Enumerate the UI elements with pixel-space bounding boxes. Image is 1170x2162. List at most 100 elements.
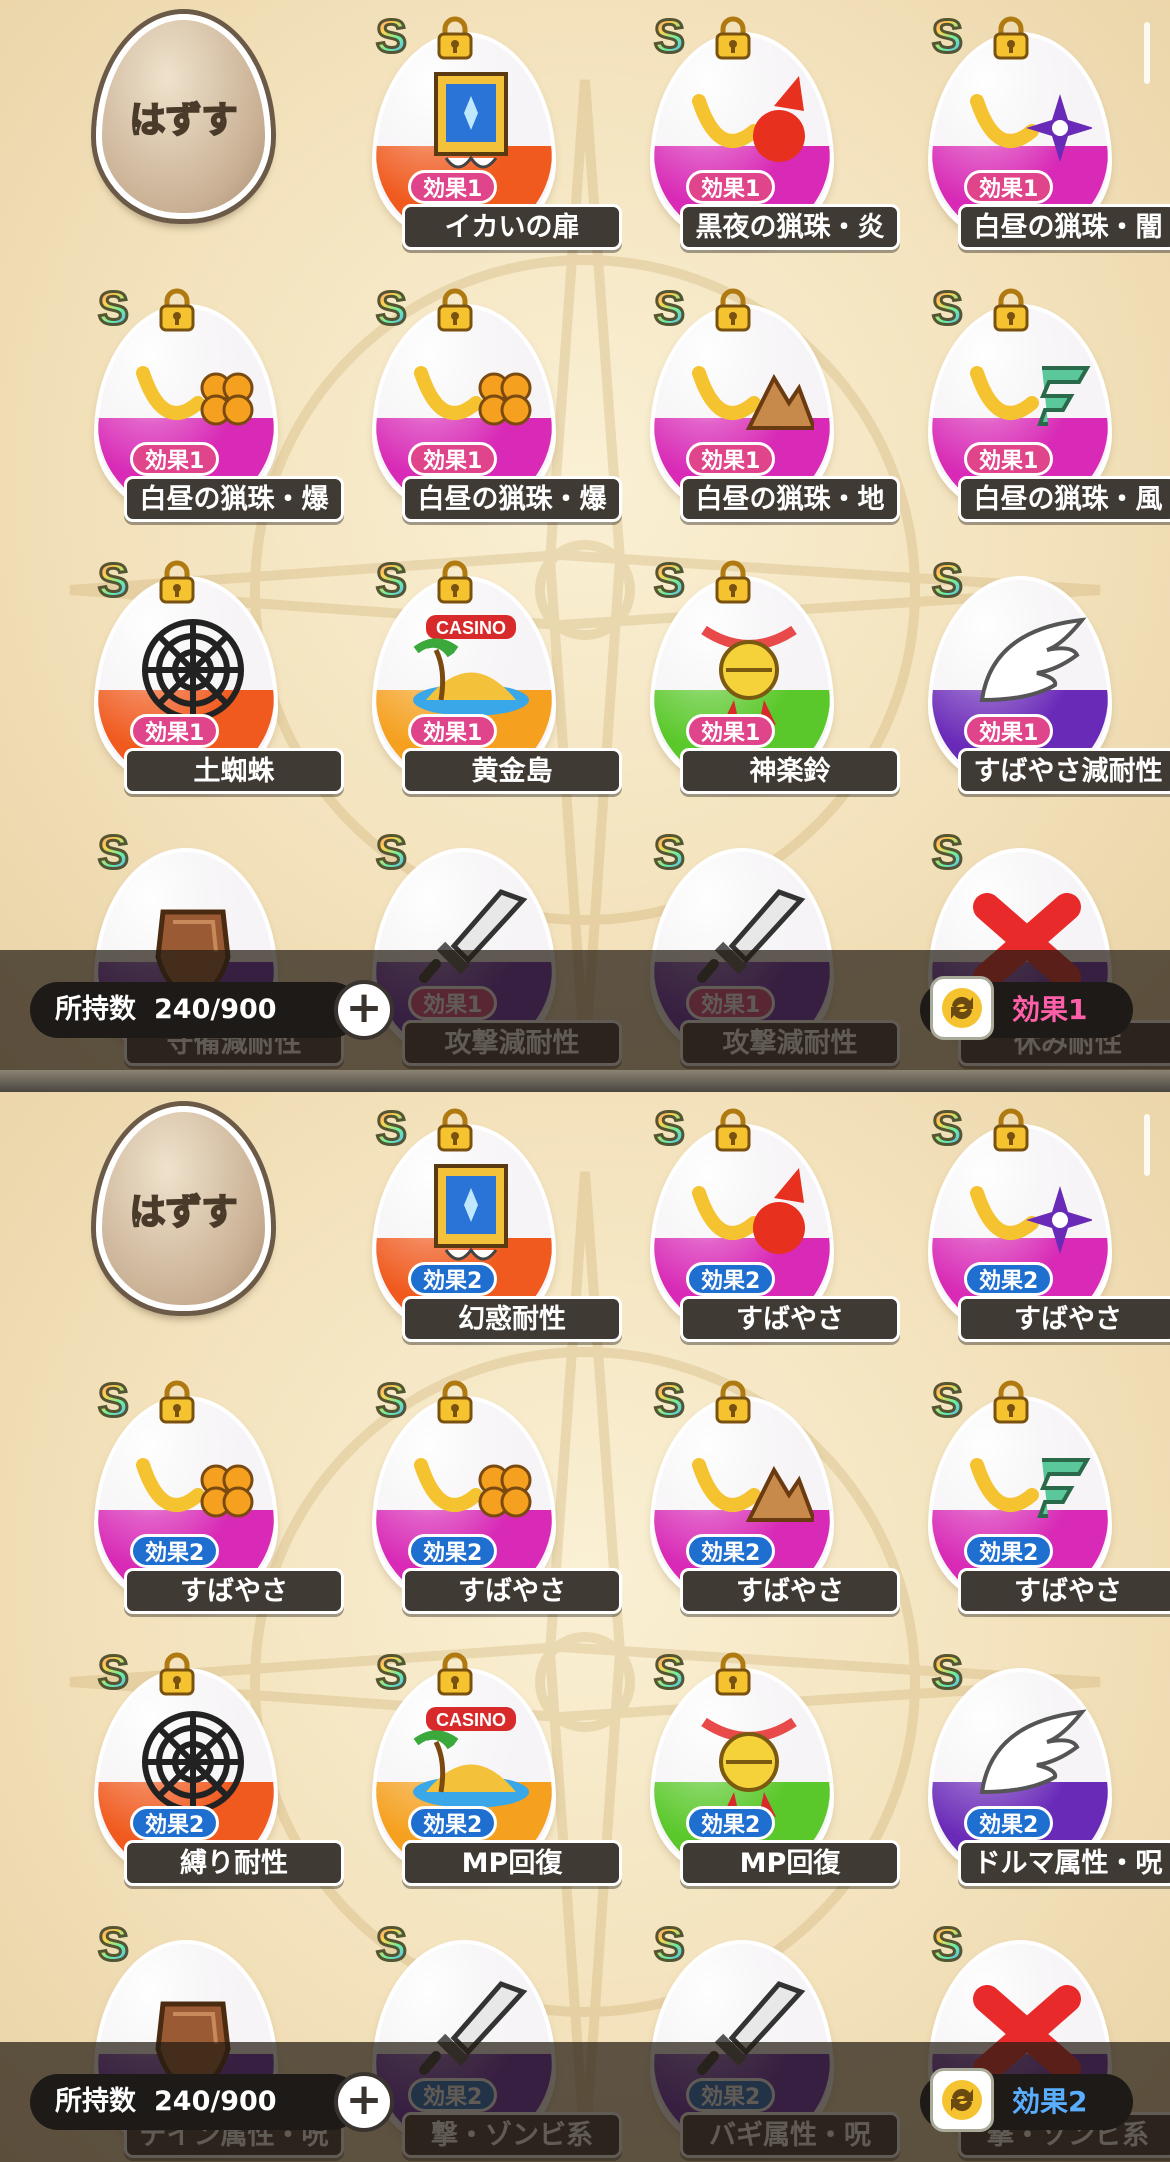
rank-badge: S	[653, 281, 687, 336]
effect-badge: 効果1	[686, 442, 776, 476]
orb-item[interactable]: S 効果2 幻惑耐性	[328, 1098, 622, 1342]
orb-item[interactable]: S 効果1 白昼の猟珠・爆	[50, 278, 344, 522]
orb-item[interactable]: S 効果2 すばやさ	[884, 1098, 1170, 1342]
orb-name-label: 土蜘蛛	[124, 748, 344, 794]
rank-badge: S	[375, 1917, 409, 1972]
effect-badge: 効果2	[686, 1534, 776, 1568]
orb-item[interactable]: S 効果2 すばやさ	[50, 1370, 344, 1614]
horn-dark-icon	[962, 66, 1094, 181]
orb-item[interactable]: S 効果2 すばやさ	[884, 1370, 1170, 1614]
lock-icon	[711, 1380, 755, 1424]
orb-name-label: 黄金島	[402, 748, 622, 794]
rank-badge: S	[931, 825, 965, 880]
effect-badge: 効果2	[408, 1534, 498, 1568]
rank-badge: S	[375, 825, 409, 880]
horn-blast-icon	[128, 1430, 258, 1545]
effect-badge: 効果2	[686, 1262, 776, 1296]
horn-wind-icon	[962, 1430, 1092, 1545]
rank-badge: S	[97, 1373, 131, 1428]
orb-item[interactable]: S 効果1 白昼の猟珠・爆	[328, 278, 622, 522]
orb-item[interactable]: S 効果2 ドルマ属性・呪	[884, 1642, 1170, 1886]
orb-panel-effect-2: はずす S 効果2 幻惑耐性 S 効果2 すばやさ S 効果2 すばやさ S 効果2 すばやさ S 効果2 す…	[0, 1092, 1170, 2162]
rank-badge: S	[653, 1917, 687, 1972]
orb-item[interactable]: S 効果1 白昼の猟珠・闇	[884, 6, 1170, 250]
ika-door-icon	[406, 66, 536, 181]
orb-item[interactable]: S 効果2 縛り耐性	[50, 1642, 344, 1886]
spider-web-icon	[128, 610, 258, 725]
effect-badge: 効果1	[686, 714, 776, 748]
rank-badge: S	[931, 1373, 965, 1428]
orb-name-label: イカいの扉	[402, 204, 622, 250]
rank-badge: S	[375, 1373, 409, 1428]
rank-badge: S	[375, 1101, 409, 1156]
orb-name-label: 縛り耐性	[124, 1840, 344, 1886]
lock-icon	[433, 560, 477, 604]
rank-badge: S	[653, 1645, 687, 1700]
owned-count-label: 所持数	[55, 994, 136, 1025]
swap-effect-button[interactable]	[930, 976, 994, 1040]
effect-badge: 効果2	[964, 1262, 1054, 1296]
orb-name-label: MP回復	[402, 1840, 622, 1886]
wing-icon	[962, 610, 1092, 725]
horn-blast-icon	[406, 338, 536, 453]
effect-badge: 効果1	[408, 170, 498, 204]
orb-item[interactable]: S 効果1 神楽鈴	[606, 550, 900, 794]
effect-badge: 効果1	[130, 714, 220, 748]
lock-icon	[989, 16, 1033, 60]
orb-name-label: すばやさ減耐性	[958, 748, 1170, 794]
orb-item[interactable]: CASINO S 効果2 MP回復	[328, 1642, 622, 1886]
rank-badge: S	[375, 281, 409, 336]
expand-capacity-button[interactable]: +	[334, 2072, 394, 2132]
rank-badge: S	[97, 281, 131, 336]
svg-text:CASINO: CASINO	[436, 618, 506, 638]
swap-effect-button[interactable]	[930, 2068, 994, 2132]
effect-badge: 効果1	[964, 442, 1054, 476]
orb-item[interactable]: S 効果1 土蜘蛛	[50, 550, 344, 794]
lock-icon	[711, 1652, 755, 1696]
lock-icon	[433, 1652, 477, 1696]
orb-item[interactable]: S 効果2 すばやさ	[606, 1098, 900, 1342]
rank-badge: S	[653, 9, 687, 64]
lock-icon	[155, 288, 199, 332]
orb-item[interactable]: CASINO S 効果1 黄金島	[328, 550, 622, 794]
orb-name-label: 白昼の猟珠・爆	[124, 476, 344, 522]
refresh-icon	[942, 988, 982, 1028]
orb-item[interactable]: S 効果1 黒夜の猟珠・炎	[606, 6, 900, 250]
scrollbar-thumb[interactable]	[1144, 22, 1150, 84]
ika-door-icon	[406, 1158, 536, 1273]
owned-count-label: 所持数	[55, 2086, 136, 2117]
lock-icon	[155, 560, 199, 604]
lock-icon	[989, 1108, 1033, 1152]
effect-badge: 効果2	[964, 1806, 1054, 1840]
orb-name-label: 幻惑耐性	[402, 1296, 622, 1342]
expand-capacity-button[interactable]: +	[334, 980, 394, 1040]
current-effect-label: 効果2	[1012, 2085, 1088, 2118]
scrollbar-thumb[interactable]	[1144, 1114, 1150, 1176]
orb-item[interactable]: S 効果1 白昼の猟珠・風	[884, 278, 1170, 522]
effect-badge: 効果2	[130, 1534, 220, 1568]
orb-item[interactable]: S 効果1 白昼の猟珠・地	[606, 278, 900, 522]
effect-badge: 効果1	[964, 714, 1054, 748]
effect-badge: 効果1	[130, 442, 220, 476]
rank-badge: S	[653, 1373, 687, 1428]
panel-divider	[0, 1070, 1170, 1092]
orb-item[interactable]: S 効果1 イカいの扉	[328, 6, 622, 250]
unequip-button[interactable]: はずす	[96, 1106, 271, 1311]
orb-name-label: すばやさ	[124, 1568, 344, 1614]
orb-item[interactable]: S 効果2 すばやさ	[328, 1370, 622, 1614]
unequip-button[interactable]: はずす	[96, 14, 271, 219]
lock-icon	[711, 16, 755, 60]
orb-item[interactable]: S 効果1 すばやさ減耐性	[884, 550, 1170, 794]
kagura-bell-icon	[684, 610, 814, 725]
rank-badge: S	[931, 553, 965, 608]
owned-count: 所持数 240/900	[30, 982, 360, 1038]
effect-badge: 効果1	[408, 714, 498, 748]
orb-item[interactable]: S 効果2 すばやさ	[606, 1370, 900, 1614]
horn-earth-icon	[684, 338, 817, 453]
orb-name-label: 白昼の猟珠・闇	[958, 204, 1170, 250]
owned-count-value: 240/900	[154, 2086, 277, 2117]
orb-name-label: 神楽鈴	[680, 748, 900, 794]
orb-name-label: すばやさ	[402, 1568, 622, 1614]
orb-item[interactable]: S 効果2 MP回復	[606, 1642, 900, 1886]
rank-badge: S	[97, 825, 131, 880]
